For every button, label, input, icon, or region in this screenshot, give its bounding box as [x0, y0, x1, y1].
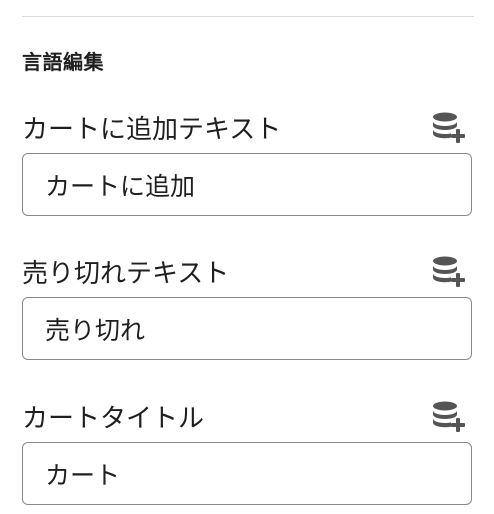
database-add-icon[interactable]: [432, 112, 466, 144]
section-title: 言語編集: [22, 50, 104, 74]
add-to-cart-text-input[interactable]: [22, 153, 472, 216]
sold-out-text-input[interactable]: [22, 297, 472, 360]
database-add-icon[interactable]: [432, 401, 466, 433]
database-add-icon[interactable]: [432, 256, 466, 288]
field-add-to-cart-text: カートに追加テキスト: [22, 112, 474, 222]
field-label-cart-title: カートタイトル: [22, 404, 205, 434]
field-cart-title: カートタイトル: [22, 401, 474, 511]
field-label-add-to-cart: カートに追加テキスト: [22, 115, 282, 145]
field-label-sold-out: 売り切れテキスト: [22, 259, 230, 289]
field-sold-out-text: 売り切れテキスト: [22, 256, 474, 366]
cart-title-input[interactable]: [22, 442, 472, 505]
top-divider: [22, 16, 474, 17]
